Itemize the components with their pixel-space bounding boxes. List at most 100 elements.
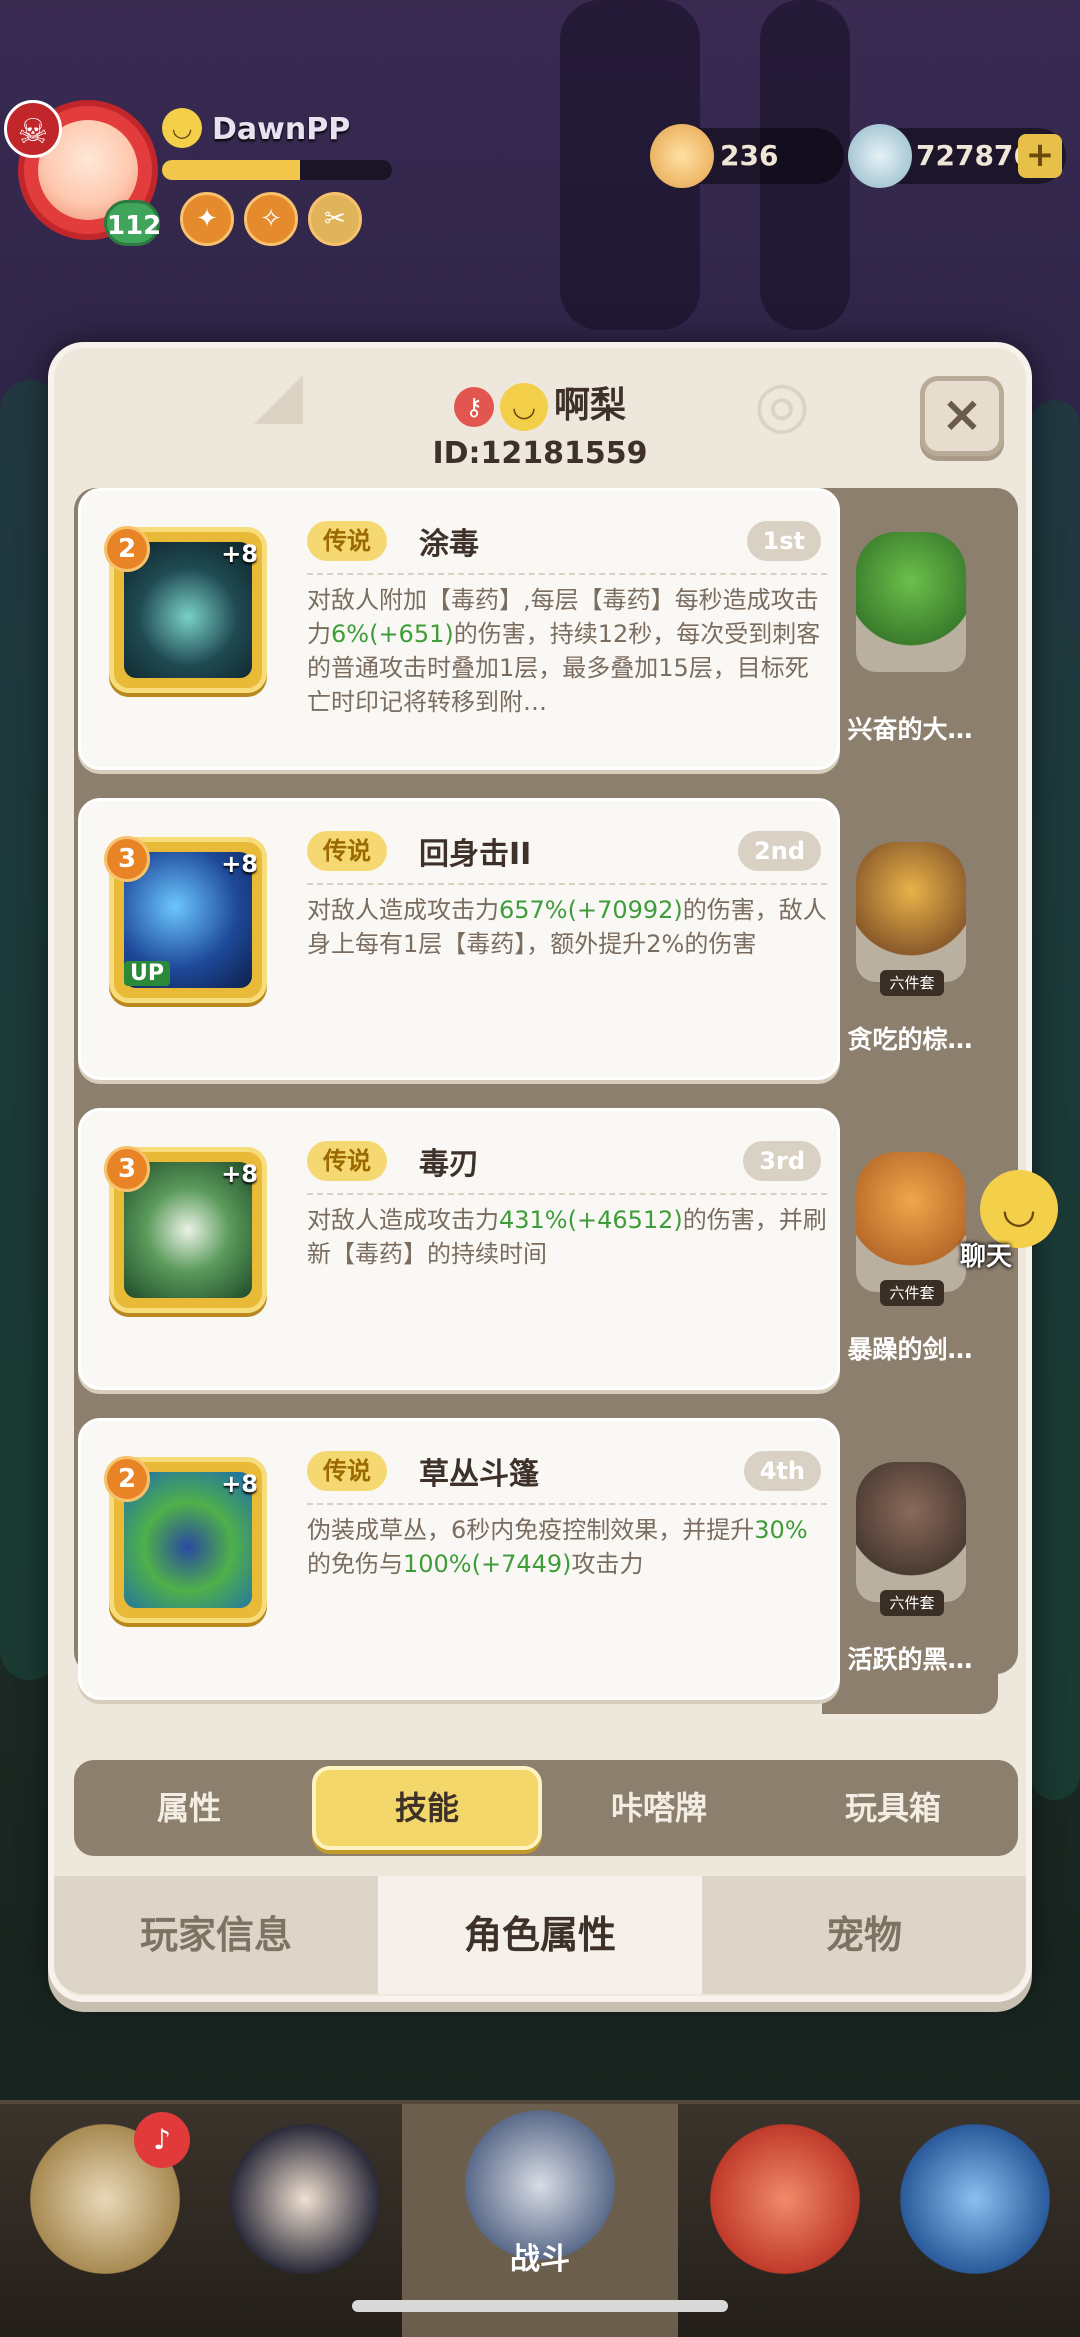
key-icon: ⚷	[453, 387, 494, 427]
modal-title: ⚷ ◡ 啊梨	[54, 376, 1026, 431]
skill-plus: +8	[221, 1160, 258, 1188]
skill-card[interactable]: 3 +8 传说 毒刃 3rd 对敌人造成攻击力431%(+46512)的伤害，并…	[78, 1108, 840, 1390]
rarity-tag: 传说	[307, 521, 387, 561]
desc-text: 伪装成草丛，6秒内免疫控制效果，并提升	[307, 1516, 755, 1544]
nav-shop-icon[interactable]	[900, 2124, 1050, 2274]
desc-value: 6%(+651)	[331, 620, 454, 648]
set-badge: 六件套	[880, 1590, 944, 1616]
tab-character-attributes[interactable]: 角色属性	[378, 1876, 702, 1994]
tab-attributes[interactable]: 属性	[74, 1766, 304, 1850]
rarity-tag: 传说	[307, 1141, 387, 1181]
desc-value: 30%	[754, 1516, 808, 1544]
rarity-tag: 传说	[307, 831, 387, 871]
rank-badge: 2nd	[738, 831, 821, 871]
skill-description: 对敌人造成攻击力657%(+70992)的伤害，敌人身上每有1层【毒药】，额外提…	[307, 893, 829, 961]
pet-name: 贪吃的棕…	[847, 1025, 973, 1054]
rank-badge: 3rd	[743, 1141, 821, 1181]
desc-text: 对敌人造成攻击力	[307, 1206, 499, 1234]
tab-toybox[interactable]: 玩具箱	[778, 1766, 1008, 1850]
skill-plus: +8	[221, 540, 258, 568]
skill-name: 草丛斗篷	[419, 1457, 539, 1492]
skill-icon-frame: 3 +8 UP	[104, 836, 267, 1003]
upgrade-badge: UP	[124, 961, 170, 986]
buff-icon[interactable]: ✧	[244, 192, 298, 246]
skull-icon: ☠	[4, 100, 62, 158]
close-button[interactable]: ×	[920, 376, 1004, 456]
top-hud: ☠ 112 ◡ DawnPP ✦ ✧ ✂ 236 727876 +	[0, 0, 1080, 340]
skill-plus: +8	[221, 850, 258, 878]
set-badge: 六件套	[880, 1280, 944, 1306]
skill-name: 毒刃	[419, 1147, 479, 1182]
resource-value: 236	[720, 139, 779, 172]
pet-card[interactable]: 六件套 活跃的黑…	[822, 1432, 998, 1714]
skill-name: 回身击II	[419, 837, 532, 872]
desc-value: 657%(+70992)	[499, 896, 683, 924]
divider	[307, 1193, 827, 1195]
skill-level: 3	[104, 1146, 150, 1192]
bottom-tab-bar: 玩家信息 角色属性 宠物	[54, 1876, 1026, 1994]
skill-level: 2	[104, 526, 150, 572]
skill-plus: +8	[221, 1470, 258, 1498]
buff-icon[interactable]: ✦	[180, 192, 234, 246]
player-id: ID:12181559	[432, 436, 648, 471]
skill-level: 2	[104, 1456, 150, 1502]
resource-counter[interactable]: 236	[650, 124, 844, 188]
food-icon	[650, 124, 714, 188]
desc-text: 对敌人造成攻击力	[307, 896, 499, 924]
pet-card[interactable]: 兴奋的大…	[822, 502, 998, 784]
skill-description: 伪装成草丛，6秒内免疫控制效果，并提升30% 的免伤与100%(+7449)攻击力	[307, 1513, 829, 1581]
rank-badge: 1st	[746, 521, 821, 561]
player-info-modal: ◢ ◎ ⚷ ◡ 啊梨 ID:12181559 × 兴奋的大… 六件套 贪吃的棕… 六…	[48, 342, 1032, 2002]
pet-card[interactable]: 六件套 贪吃的棕…	[822, 812, 998, 1094]
emoji-icon: ◡	[499, 383, 548, 431]
home-indicator	[352, 2300, 728, 2312]
skill-card[interactable]: 3 +8 UP 传说 回身击II 2nd 对敌人造成攻击力657%(+70992…	[78, 798, 840, 1080]
skill-level: 3	[104, 836, 150, 882]
resource-value: 727876	[916, 139, 1033, 172]
tab-skills[interactable]: 技能	[312, 1766, 542, 1850]
resource-counter[interactable]: 727876 +	[848, 124, 1066, 188]
xp-fill	[162, 160, 300, 180]
divider	[307, 1503, 827, 1505]
player-title: 啊梨	[553, 385, 626, 426]
add-currency-button[interactable]: +	[1018, 134, 1062, 178]
skill-card[interactable]: 2 +8 传说 草丛斗篷 4th 伪装成草丛，6秒内免疫控制效果，并提升30% 的…	[78, 1418, 840, 1700]
notification-bell-icon: ♪	[134, 2112, 190, 2168]
skill-card[interactable]: 2 +8 传说 涂毒 1st 对敌人附加【毒药】,每层【毒药】每秒造成攻击力6%…	[78, 488, 840, 770]
skill-name: 涂毒	[419, 527, 479, 562]
pet-figure-icon	[856, 842, 966, 982]
pet-figure-icon	[856, 1152, 966, 1292]
skill-icon-frame: 3 +8	[104, 1146, 267, 1313]
pet-name: 暴躁的剑…	[847, 1335, 973, 1364]
rank-badge: 4th	[743, 1451, 821, 1491]
level-badge: 112	[104, 200, 161, 246]
nav-pet-icon[interactable]	[710, 2124, 860, 2274]
buff-icon[interactable]: ✂	[308, 192, 362, 246]
skill-list: 兴奋的大… 六件套 贪吃的棕… 六件套 暴躁的剑… 六件套 活跃的黑… 2 +8…	[74, 488, 1018, 1714]
xp-bar	[162, 160, 392, 180]
rarity-tag: 传说	[307, 1451, 387, 1491]
emoji-icon: ◡	[162, 108, 202, 148]
nav-character-icon[interactable]	[230, 2124, 380, 2274]
desc-text: 攻击力	[571, 1550, 644, 1578]
skill-icon-frame: 2 +8	[104, 1456, 267, 1623]
divider	[307, 573, 827, 575]
skill-icon-frame: 2 +8	[104, 526, 267, 693]
pet-name: 活跃的黑…	[847, 1645, 973, 1674]
player-name: DawnPP	[212, 112, 351, 147]
pet-figure-icon	[856, 532, 966, 672]
nav-battle-label[interactable]: 战斗	[402, 2234, 678, 2278]
divider	[307, 883, 827, 885]
pet-figure-icon	[856, 1462, 966, 1602]
desc-value: 431%(+46512)	[499, 1206, 683, 1234]
chat-label[interactable]: 聊天	[960, 1236, 1012, 1273]
tab-cards[interactable]: 咔嗒牌	[544, 1766, 774, 1850]
background-foliage	[1030, 400, 1080, 1800]
tab-pets[interactable]: 宠物	[702, 1876, 1026, 1994]
skill-description: 对敌人造成攻击力431%(+46512)的伤害，并刷新【毒药】的持续时间	[307, 1203, 829, 1271]
set-badge: 六件套	[880, 970, 944, 996]
desc-value: 100%(+7449)	[403, 1550, 572, 1578]
skill-description: 对敌人附加【毒药】,每层【毒药】每秒造成攻击力6%(+651)的伤害，持续12秒…	[307, 583, 829, 719]
sub-tab-bar: 属性 技能 咔嗒牌 玩具箱	[74, 1760, 1018, 1856]
tab-player-info[interactable]: 玩家信息	[54, 1876, 378, 1994]
